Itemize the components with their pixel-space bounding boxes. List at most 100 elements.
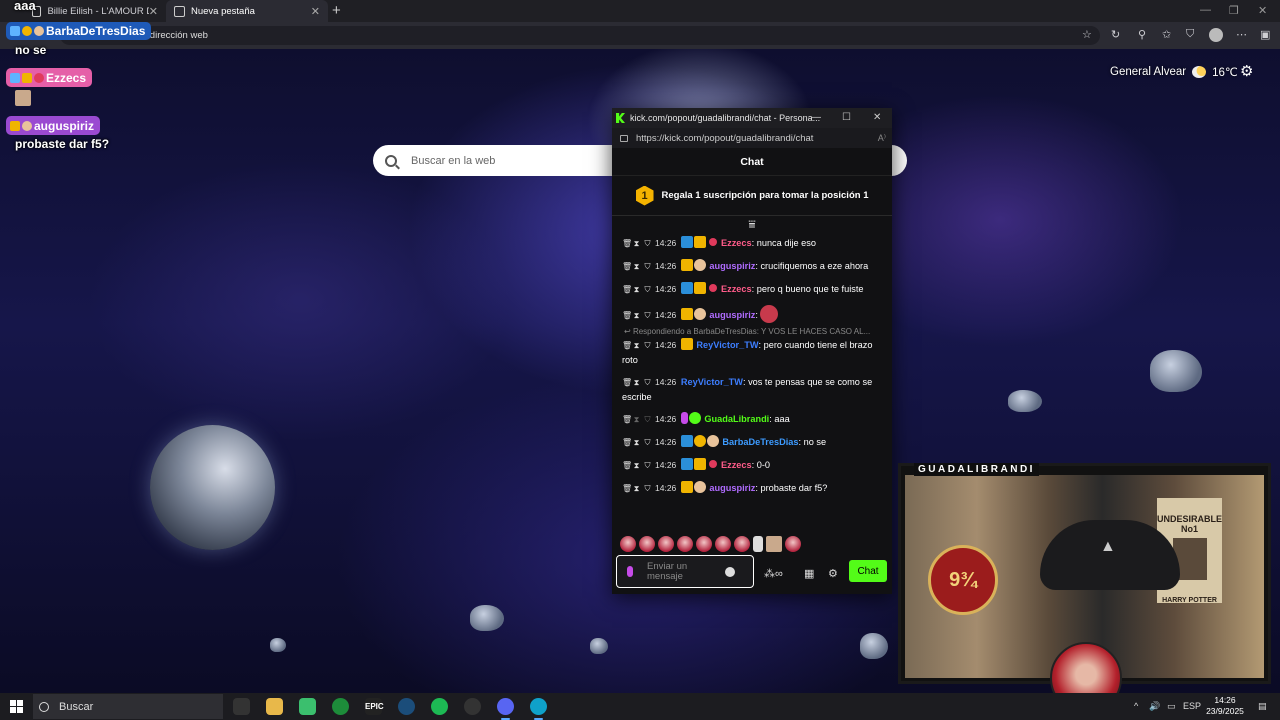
chat-settings-gear-icon[interactable]: ⚙ [828, 567, 838, 580]
emoji-picker-icon[interactable] [725, 566, 735, 577]
epic-games-icon[interactable]: EPIC [365, 698, 384, 715]
close-window-icon[interactable]: ✕ [1258, 4, 1267, 17]
message-username[interactable]: ReyVictor_TW [696, 340, 758, 350]
timeout-icon[interactable]: ⧗ [633, 482, 640, 496]
gear-icon[interactable]: ⚙ [1240, 62, 1253, 80]
chat-message[interactable]: 🗑 ⧗ ⛉ 14:26 auguspiriz: [622, 305, 884, 323]
minimize-icon[interactable]: — [1200, 4, 1211, 16]
refresh-icon[interactable]: ↻ [1111, 28, 1120, 41]
tab-billie-eilish[interactable]: Billie Eilish - L'AMOUR DE M ✕ [24, 0, 166, 22]
notifications-icon[interactable]: ▤ [1258, 701, 1267, 712]
message-input[interactable]: Enviar un mensaje [616, 555, 754, 588]
delete-icon[interactable]: 🗑 [622, 436, 632, 450]
timeout-icon[interactable]: ⧗ [633, 339, 640, 353]
message-username[interactable]: Ezzecs [721, 238, 752, 248]
edge-browser-icon[interactable] [530, 698, 547, 720]
ban-icon[interactable]: ⛉ [644, 339, 651, 353]
message-username[interactable]: Ezzecs [721, 284, 752, 294]
close-window-icon[interactable]: ✕ [873, 112, 881, 123]
send-chat-button[interactable]: Chat [849, 560, 887, 582]
chat-message[interactable]: 🗑 ⧗ ⛉ 14:26 ReyVictor_TW: vos te pensas que… [622, 375, 884, 404]
address-input[interactable]: r dirección web [60, 26, 1100, 45]
delete-icon[interactable]: 🗑 [622, 459, 632, 473]
message-username[interactable]: Ezzecs [721, 460, 752, 470]
ban-icon[interactable]: ⛉ [644, 436, 651, 450]
emote-icon[interactable] [715, 536, 731, 552]
ban-icon[interactable]: ⛉ [644, 482, 651, 496]
message-username[interactable]: auguspiriz [709, 310, 755, 320]
chat-message[interactable]: 🗑 ⧗ ⛉ 14:26 auguspiriz: crucifiquemos a eze… [622, 259, 884, 274]
emote-icon[interactable] [696, 536, 712, 552]
shield-icon[interactable]: ⛉ [1186, 28, 1194, 41]
extensions-icon[interactable]: ⚲ [1138, 28, 1146, 41]
xbox-icon[interactable] [332, 698, 349, 715]
sidebar-icon[interactable]: ▣ [1260, 28, 1270, 41]
message-username[interactable]: ReyVictor_TW [681, 377, 743, 387]
timeout-icon[interactable]: ⧗ [633, 237, 640, 251]
obs-icon[interactable] [464, 698, 481, 715]
taskbar-clock[interactable]: 14:26 23/9/2025 [1200, 695, 1250, 717]
delete-icon[interactable]: 🗑 [622, 413, 632, 427]
chat-message[interactable]: 🗑 ⧗ ⛉ 14:26 ReyVictor_TW: pero cuando tiene… [622, 338, 884, 367]
gift-icon[interactable]: ▦ [804, 567, 814, 580]
new-tab-icon[interactable]: + [332, 2, 341, 19]
emote-icon[interactable] [639, 536, 655, 552]
ban-icon[interactable]: ⛉ [644, 413, 651, 427]
emote-icon[interactable] [785, 536, 801, 552]
channel-points-icon[interactable]: ⁂∞ [764, 567, 783, 580]
weather-widget[interactable]: General Alvear 16℃ [1110, 65, 1238, 79]
steam-icon[interactable] [398, 698, 415, 715]
task-view-icon[interactable] [233, 698, 250, 715]
spotify-icon[interactable] [431, 698, 448, 715]
timeout-icon[interactable]: ⧗ [633, 283, 640, 297]
close-tab-icon[interactable]: ✕ [311, 5, 320, 18]
emote-icon[interactable] [766, 536, 782, 552]
maximize-icon[interactable]: ☐ [842, 112, 851, 123]
timeout-icon[interactable]: ⧗ [633, 459, 640, 473]
timeout-icon[interactable]: ⧗ [633, 260, 640, 274]
pinned-toggle-icon[interactable]: ⩸ [612, 216, 892, 232]
delete-icon[interactable]: 🗑 [622, 376, 632, 390]
delete-icon[interactable]: 🗑 [622, 482, 632, 496]
tray-chevron-icon[interactable]: ^ [1134, 701, 1138, 711]
close-tab-icon[interactable]: ✕ [149, 5, 158, 18]
timeout-icon[interactable]: ⧗ [633, 309, 640, 323]
delete-icon[interactable]: 🗑 [622, 260, 632, 274]
network-icon[interactable]: ▭ [1167, 701, 1176, 712]
chat-message[interactable]: 🗑 ⧗ ⛉ 14:26 Ezzecs: nunca dije eso [622, 236, 884, 251]
chat-message[interactable]: 🗑 ⧗ ⛉ 14:26 Ezzecs: 0-0 [622, 458, 884, 473]
message-username[interactable]: BarbaDeTresDias [722, 437, 798, 447]
emote-icon[interactable] [734, 536, 750, 552]
emote-icon[interactable] [620, 536, 636, 552]
gift-sub-banner[interactable]: 1 Regala 1 suscripción para tomar la pos… [612, 176, 892, 216]
emote-icon[interactable] [677, 536, 693, 552]
favorite-star-icon[interactable]: ☆ [1082, 28, 1092, 41]
chat-message[interactable]: 🗑 ⧗ ⛉ 14:26 auguspiriz: probaste dar f5? [622, 481, 884, 496]
ban-icon[interactable]: ⛉ [644, 237, 651, 251]
language-indicator[interactable]: ESP [1183, 701, 1201, 711]
chat-message[interactable]: 🗑 ⧗ ⛉ 14:26 Ezzecs: pero q bueno que te fui… [622, 282, 884, 297]
delete-icon[interactable]: 🗑 [622, 309, 632, 323]
delete-icon[interactable]: 🗑 [622, 283, 632, 297]
ban-icon[interactable]: ⛉ [644, 260, 651, 274]
ban-icon[interactable]: ⛉ [644, 309, 651, 323]
windows-start-icon[interactable] [10, 700, 23, 713]
tab-nueva-pestana[interactable]: Nueva pestaña ✕ [166, 0, 328, 22]
favorites-icon[interactable]: ✩ [1162, 28, 1171, 41]
message-username[interactable]: GuadaLibrandi [704, 414, 769, 424]
more-menu-icon[interactable]: ⋯ [1236, 28, 1247, 41]
minimize-icon[interactable]: — [811, 112, 821, 123]
discord-icon[interactable] [497, 698, 514, 720]
message-username[interactable]: auguspiriz [709, 483, 755, 493]
ban-icon[interactable]: ⛉ [644, 459, 651, 473]
reply-context[interactable]: ↩ Respondiendo a BarbaDeTresDias: Y VOS … [624, 327, 884, 336]
chat-message[interactable]: 🗑 ⧗ ⛉ 14:26 BarbaDeTresDias: no se [622, 435, 884, 450]
profile-avatar[interactable] [1209, 28, 1223, 42]
message-username[interactable]: auguspiriz [709, 261, 755, 271]
taskbar-search[interactable]: Buscar [33, 694, 223, 719]
file-explorer-icon[interactable] [266, 698, 283, 715]
delete-icon[interactable]: 🗑 [622, 237, 632, 251]
timeout-icon[interactable]: ⧗ [633, 376, 640, 390]
read-aloud-icon[interactable]: A⁾ [878, 133, 886, 144]
emote-icon[interactable] [658, 536, 674, 552]
